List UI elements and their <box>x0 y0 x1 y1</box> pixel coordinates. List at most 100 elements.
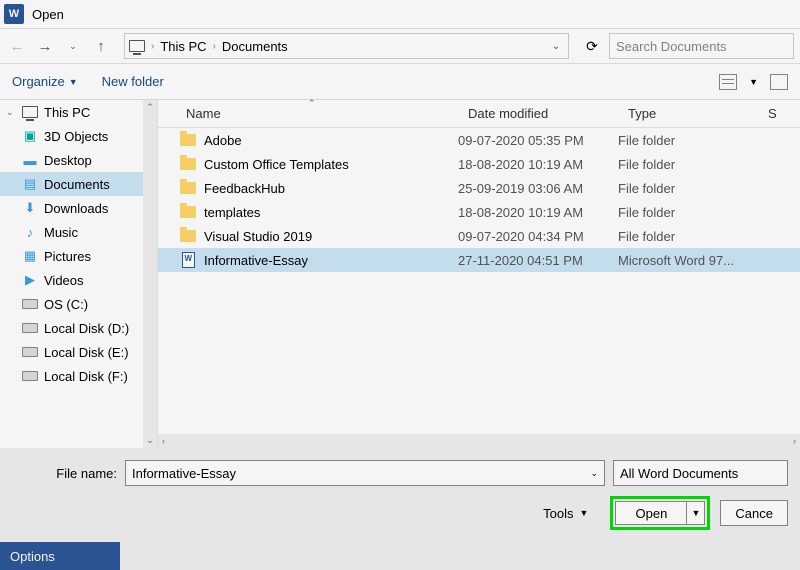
folder-icon <box>180 132 196 148</box>
sidebar-item-label: Pictures <box>44 249 91 264</box>
file-row[interactable]: Custom Office Templates18-08-2020 10:19 … <box>158 152 800 176</box>
file-type: File folder <box>618 205 758 220</box>
scroll-right-icon[interactable]: › <box>789 436 800 446</box>
filename-label: File name: <box>12 466 117 481</box>
sidebar-item-os-c-[interactable]: OS (C:) <box>0 292 157 316</box>
open-button-highlight: Open ▼ <box>610 496 710 530</box>
pc-icon <box>22 104 38 120</box>
sidebar-item-label: This PC <box>44 105 90 120</box>
file-name: Adobe <box>204 133 242 148</box>
sidebar-item-documents[interactable]: ▤Documents <box>0 172 157 196</box>
search-input[interactable]: Search Documents <box>609 33 794 59</box>
new-folder-button[interactable]: New folder <box>102 74 164 89</box>
horizontal-scrollbar[interactable]: ‹ › <box>158 434 800 448</box>
file-name: templates <box>204 205 260 220</box>
file-row[interactable]: FeedbackHub 25-09-2019 03:06 AMFile folde… <box>158 176 800 200</box>
options-panel[interactable]: Options <box>0 542 120 570</box>
videos-icon: ▶ <box>22 272 38 288</box>
chevron-right-icon: › <box>213 41 216 52</box>
sidebar-item-desktop[interactable]: ▬ Desktop <box>0 148 157 172</box>
view-dropdown-icon[interactable]: ▼ <box>749 77 758 87</box>
file-list: ⌃ Name Date modified Type S Adobe09-07-2… <box>158 100 800 448</box>
forward-arrow-icon[interactable]: → <box>34 35 56 57</box>
file-date: 25-09-2019 03:06 AM <box>458 181 618 196</box>
dialog-title: Open <box>32 7 64 22</box>
sidebar-item-label: OS (C:) <box>44 297 88 312</box>
file-row[interactable]: Visual Studio 201909-07-2020 04:34 PMFil… <box>158 224 800 248</box>
back-arrow-icon[interactable]: ← <box>6 35 28 57</box>
filename-input[interactable]: Informative-Essay ⌄ <box>125 460 605 486</box>
tree-expand-icon[interactable]: ⌄ <box>6 107 16 118</box>
drive-icon <box>22 296 38 312</box>
breadcrumb-current[interactable]: Documents <box>222 39 288 54</box>
sidebar-item-this-pc[interactable]: ⌄ This PC <box>0 100 157 124</box>
column-headers: ⌃ Name Date modified Type S <box>158 100 800 128</box>
breadcrumb[interactable]: › This PC › Documents ⌄ <box>124 33 569 59</box>
toolbar: Organize ▼ New folder ▼ <box>0 64 800 100</box>
up-arrow-icon[interactable]: ↑ <box>90 35 112 57</box>
sidebar-item-pictures[interactable]: ▦Pictures <box>0 244 157 268</box>
sidebar-item-label: Documents <box>44 177 110 192</box>
file-date: 18-08-2020 10:19 AM <box>458 205 618 220</box>
column-type[interactable]: Type <box>618 106 758 121</box>
file-name: Visual Studio 2019 <box>204 229 312 244</box>
refresh-icon[interactable]: ⟳ <box>581 35 603 57</box>
sidebar-item-downloads[interactable]: ⬇ Downloads <box>0 196 157 220</box>
breadcrumb-dropdown-icon[interactable]: ⌄ <box>548 41 564 52</box>
3d-icon: ▣ <box>22 128 38 144</box>
sidebar-item-label: Local Disk (D:) <box>44 321 129 336</box>
cancel-button[interactable]: Cance <box>720 500 788 526</box>
file-name: FeedbackHub <box>204 181 285 196</box>
sidebar-scrollbar[interactable]: ⌃ ⌄ <box>143 100 157 448</box>
word-app-icon: W <box>4 4 24 24</box>
sidebar-item-label: Local Disk (F:) <box>44 369 128 384</box>
sidebar-item-3d-objects[interactable]: ▣3D Objects <box>0 124 157 148</box>
open-button[interactable]: Open <box>615 501 687 525</box>
history-dropdown-icon[interactable]: ⌄ <box>62 35 84 57</box>
chevron-right-icon: › <box>151 41 154 52</box>
organize-button[interactable]: Organize ▼ <box>12 74 78 89</box>
column-size[interactable]: S <box>758 106 787 121</box>
file-date: 18-08-2020 10:19 AM <box>458 157 618 172</box>
sidebar-item-label: Videos <box>44 273 84 288</box>
doc-icon <box>180 252 196 268</box>
music-icon: ♪ <box>22 224 38 240</box>
file-row[interactable]: Informative-Essay27-11-2020 04:51 PMMicr… <box>158 248 800 272</box>
scroll-up-icon[interactable]: ⌃ <box>144 100 156 115</box>
breadcrumb-root[interactable]: This PC <box>160 39 206 54</box>
sidebar-item-local-disk-f-[interactable]: Local Disk (F:) <box>0 364 157 388</box>
column-date[interactable]: Date modified <box>458 106 618 121</box>
downloads-icon: ⬇ <box>22 200 38 216</box>
sidebar-item-label: Desktop <box>44 153 92 168</box>
dialog-footer: File name: Informative-Essay ⌄ All Word … <box>0 448 800 530</box>
sidebar-item-local-disk-d-[interactable]: Local Disk (D:) <box>0 316 157 340</box>
chevron-down-icon: ▼ <box>69 77 78 87</box>
sidebar-item-label: Downloads <box>44 201 108 216</box>
preview-pane-icon[interactable] <box>770 74 788 90</box>
filename-dropdown-icon[interactable]: ⌄ <box>590 468 598 479</box>
view-list-icon[interactable] <box>719 74 737 90</box>
tools-button[interactable]: Tools ▼ <box>543 506 588 521</box>
navigation-bar: ← → ⌄ ↑ › This PC › Documents ⌄ ⟳ Search… <box>0 28 800 64</box>
file-type: File folder <box>618 157 758 172</box>
scroll-down-icon[interactable]: ⌄ <box>144 433 156 448</box>
sidebar-item-label: Music <box>44 225 78 240</box>
drive-icon <box>22 368 38 384</box>
file-date: 27-11-2020 04:51 PM <box>458 253 618 268</box>
open-dropdown-button[interactable]: ▼ <box>687 501 705 525</box>
drive-icon <box>22 344 38 360</box>
folder-icon <box>180 180 196 196</box>
desktop-icon: ▬ <box>22 152 38 168</box>
file-row[interactable]: Adobe09-07-2020 05:35 PMFile folder <box>158 128 800 152</box>
file-row[interactable]: templates 18-08-2020 10:19 AMFile folder <box>158 200 800 224</box>
sidebar-item-local-disk-e-[interactable]: Local Disk (E:) <box>0 340 157 364</box>
sidebar-item-videos[interactable]: ▶ Videos <box>0 268 157 292</box>
file-type: Microsoft Word 97... <box>618 253 758 268</box>
titlebar: W Open <box>0 0 800 28</box>
sidebar-item-music[interactable]: ♪ Music <box>0 220 157 244</box>
scroll-left-icon[interactable]: ‹ <box>158 436 169 446</box>
file-type-filter[interactable]: All Word Documents <box>613 460 788 486</box>
file-type: File folder <box>618 181 758 196</box>
sort-indicator-icon: ⌃ <box>308 98 316 109</box>
sidebar: ⌄ This PC ▣3D Objects ▬ Desktop ▤Documents ⬇ Do… <box>0 100 158 448</box>
